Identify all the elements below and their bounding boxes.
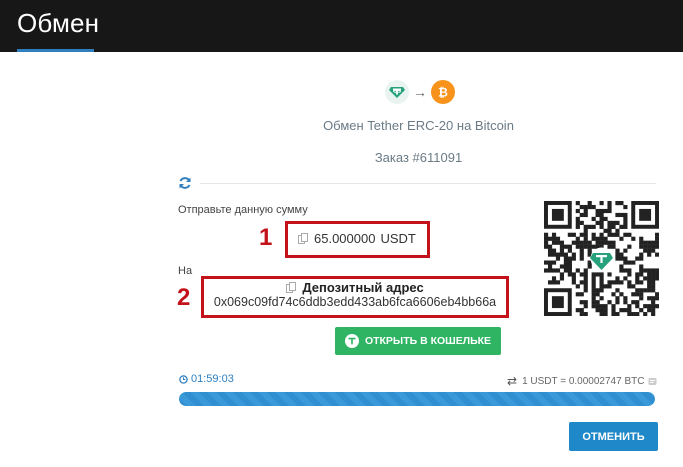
deposit-address[interactable]: 0x069c09fd74c6ddb3edd433ab6fca6606eb4bb6… <box>202 295 508 309</box>
countdown-timer: 01:59:03 <box>179 373 234 385</box>
amount-unit: USDT <box>380 231 416 246</box>
exchange-subtitle: Обмен Tether ERC-20 на Bitcoin <box>323 118 514 133</box>
top-bar: Обмен <box>0 0 683 52</box>
svg-text:₿: ₿ <box>438 86 448 100</box>
copy-icon[interactable] <box>286 282 297 293</box>
order-number: Заказ #611091 <box>374 150 463 165</box>
annotation-number-2: 2 <box>177 284 191 311</box>
clock-icon <box>179 374 188 384</box>
timer-value: 01:59:03 <box>191 373 234 385</box>
arrow-icon: → <box>413 84 427 100</box>
cancel-button-label: ОТМЕНИТЬ <box>582 430 645 443</box>
currency-pair: → ₿ <box>385 80 455 104</box>
page-title: Обмен <box>17 8 100 38</box>
swap-icon: ⇄ <box>507 374 518 388</box>
annotation-number-1: 1 <box>259 224 273 251</box>
open-in-wallet-button[interactable]: ОТКРЫТЬ В КОШЕЛЬКЕ <box>335 327 501 355</box>
send-amount[interactable]: 65.000000 USDT <box>298 231 416 246</box>
info-icon[interactable] <box>648 377 657 386</box>
cancel-button[interactable]: ОТМЕНИТЬ <box>569 422 658 451</box>
rate-text: 1 USDT = 0.00002747 BTC <box>522 375 645 387</box>
open-in-wallet-label: ОТКРЫТЬ В КОШЕЛЬКЕ <box>364 335 492 347</box>
tether-icon <box>344 334 359 348</box>
destination-label: На <box>178 265 193 277</box>
time-progress-bar <box>179 392 655 406</box>
send-amount-label: Отправьте данную сумму <box>178 204 308 216</box>
divider <box>200 183 656 184</box>
title-underline <box>17 49 94 52</box>
copy-icon[interactable] <box>298 233 308 244</box>
progress-fill <box>179 392 655 406</box>
deposit-address-heading: Депозитный адрес <box>302 280 424 295</box>
refresh-icon[interactable] <box>178 176 192 190</box>
tether-icon <box>385 80 409 104</box>
deposit-address-title[interactable]: Депозитный адрес <box>202 280 508 295</box>
bitcoin-icon: ₿ <box>431 80 455 104</box>
exchange-rate: ⇄ 1 USDT = 0.00002747 BTC <box>507 374 657 388</box>
qr-code <box>544 201 660 317</box>
amount-value: 65.000000 <box>314 231 376 246</box>
